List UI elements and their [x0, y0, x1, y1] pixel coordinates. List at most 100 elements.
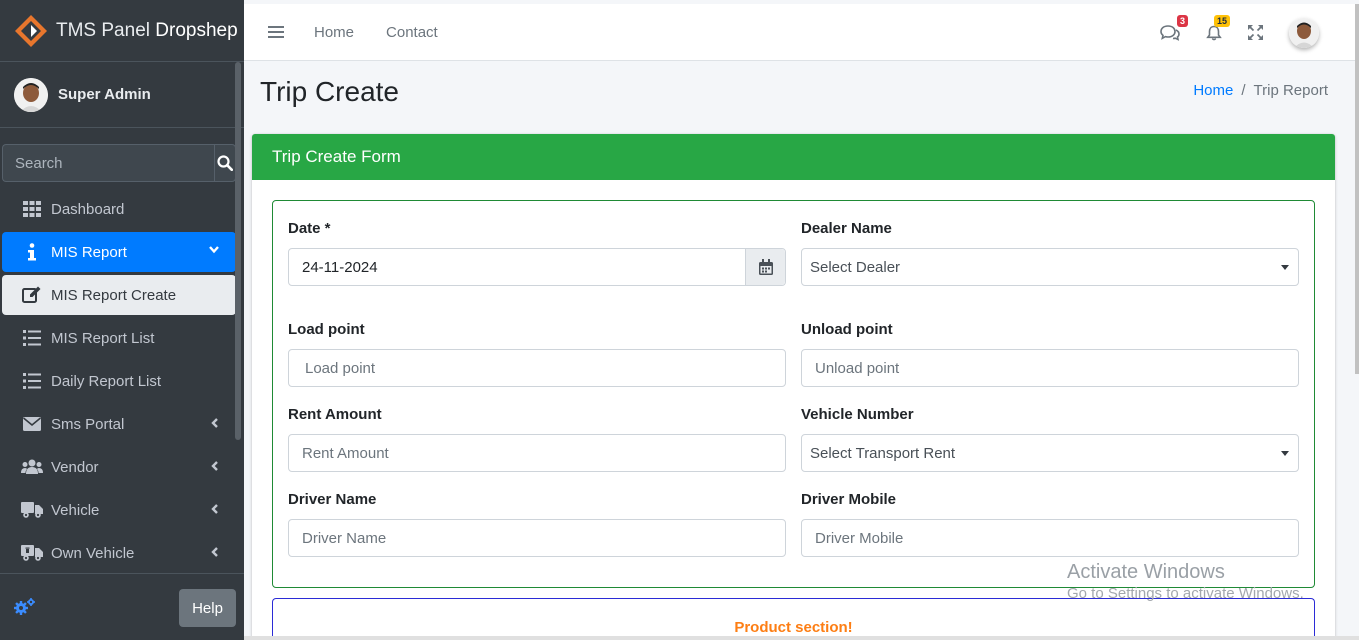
truck-icon — [21, 545, 43, 561]
rent-amount-placeholder: Rent Amount — [302, 444, 389, 462]
hamburger-menu-icon[interactable] — [268, 25, 284, 39]
notifications-badge: 15 — [1213, 14, 1230, 27]
sidebar-search — [2, 144, 236, 182]
sidebar-item-label: Dashboard — [51, 200, 125, 218]
load-point-label: Load point — [288, 321, 365, 338]
bell-icon — [1206, 25, 1222, 40]
truck-icon — [21, 502, 43, 518]
breadcrumb-home-link[interactable]: Home — [1193, 82, 1233, 99]
sidebar-scrollbar[interactable] — [235, 62, 241, 440]
sidebar-item-mis-report[interactable]: MIS Report — [2, 232, 236, 272]
unload-point-placeholder: Unload point — [815, 359, 900, 377]
chevron-left-icon — [211, 418, 218, 428]
brand-link[interactable]: TMS Panel Dropshep — [0, 0, 244, 62]
driver-name-input[interactable]: Driver Name — [288, 519, 786, 557]
sidebar-item-dashboard[interactable]: Dashboard — [2, 189, 236, 229]
expand-arrows-icon — [1248, 25, 1263, 40]
sidebar-item-label: MIS Report — [51, 243, 127, 261]
brand-name-light: TMS Panel — [56, 19, 150, 41]
sidebar-item-vendor[interactable]: Vendor — [2, 447, 236, 487]
card-title: Trip Create Form — [252, 134, 1335, 180]
driver-mobile-label: Driver Mobile — [801, 491, 897, 508]
sidebar-search-input[interactable] — [2, 144, 214, 182]
driver-name-placeholder: Driver Name — [302, 529, 387, 547]
sidebar: TMS Panel Dropshep Super Admin Dashboard — [0, 0, 244, 640]
sidebar-item-label: Vendor — [51, 458, 99, 476]
bottom-scrollbar[interactable] — [244, 636, 1359, 640]
avatar — [1289, 17, 1319, 48]
sidebar-search-button[interactable] — [214, 144, 236, 182]
load-point-placeholder: Load point — [305, 359, 376, 377]
info-icon — [21, 243, 43, 261]
activate-windows-subtitle: Go to Settings to activate Windows. — [1067, 585, 1304, 602]
sidebar-item-mis-report-list[interactable]: MIS Report List — [2, 318, 236, 358]
rent-amount-label: Rent Amount — [288, 406, 382, 423]
chevron-left-icon — [211, 504, 218, 514]
date-value: 24-11-2024 — [302, 258, 378, 276]
chevron-left-icon — [211, 461, 218, 471]
chevron-left-icon — [211, 547, 218, 557]
breadcrumb-current: Trip Report — [1253, 82, 1328, 99]
notifications-button[interactable]: 15 — [1206, 14, 1230, 41]
driver-mobile-input[interactable]: Driver Mobile — [801, 519, 1299, 557]
trip-form: Date * 24-11-2024 Dealer Name Select Dea… — [272, 200, 1315, 588]
dealer-select-value: Select Dealer — [810, 258, 901, 276]
list-icon — [21, 330, 43, 346]
messages-badge: 3 — [1176, 14, 1188, 27]
unload-point-label: Unload point — [801, 321, 893, 338]
fullscreen-button[interactable] — [1248, 25, 1263, 40]
rent-amount-input[interactable]: Rent Amount — [288, 434, 786, 472]
product-section-title: Product section! — [734, 619, 853, 636]
calendar-icon — [758, 259, 773, 275]
list-icon — [21, 373, 43, 389]
sidebar-item-sms-portal[interactable]: Sms Portal — [2, 404, 236, 444]
sidebar-item-own-vehicle[interactable]: Own Vehicle — [2, 533, 236, 573]
avatar — [14, 77, 48, 112]
messages-button[interactable]: 3 — [1160, 14, 1188, 41]
user-avatar-button[interactable] — [1289, 17, 1319, 48]
comments-icon — [1160, 24, 1180, 41]
users-icon — [21, 459, 43, 475]
brand-name-bold: Dropshep — [155, 19, 238, 41]
breadcrumb-separator: / — [1241, 82, 1246, 99]
cogs-icon[interactable] — [14, 598, 36, 616]
sidebar-item-mis-report-create[interactable]: MIS Report Create — [2, 275, 236, 315]
sidebar-footer: Help — [0, 573, 244, 640]
top-navbar: Home Contact 3 15 — [244, 4, 1359, 61]
sidebar-item-label: MIS Report Create — [51, 286, 177, 304]
envelope-icon — [21, 417, 43, 431]
unload-point-input[interactable]: Unload point — [801, 349, 1299, 387]
load-point-input[interactable]: Load point — [288, 349, 786, 387]
dealer-label: Dealer Name — [801, 220, 892, 237]
breadcrumb: Home / Trip Report — [1193, 82, 1328, 99]
sidebar-item-daily-report-list[interactable]: Daily Report List — [2, 361, 236, 401]
dealer-select[interactable]: Select Dealer — [801, 248, 1299, 286]
sidebar-item-label: MIS Report List — [51, 329, 155, 347]
user-panel[interactable]: Super Admin — [0, 62, 244, 128]
sidebar-item-label: Vehicle — [51, 501, 100, 519]
sidebar-item-vehicle[interactable]: Vehicle — [2, 490, 236, 530]
activate-windows-title: Activate Windows — [1067, 561, 1225, 583]
caret-down-icon — [1281, 451, 1289, 456]
product-section: Product section! — [272, 598, 1315, 640]
sidebar-nav: Dashboard MIS Report MIS Report Create M… — [2, 189, 236, 576]
th-icon — [21, 201, 43, 217]
vehicle-number-select[interactable]: Select Transport Rent — [801, 434, 1299, 472]
caret-down-icon — [1281, 265, 1289, 270]
date-label: Date * — [288, 220, 331, 237]
nav-home-link[interactable]: Home — [314, 24, 354, 41]
driver-name-label: Driver Name — [288, 491, 377, 508]
date-input[interactable]: 24-11-2024 — [288, 248, 786, 286]
page-scrollbar[interactable] — [1355, 4, 1359, 374]
sidebar-item-label: Sms Portal — [51, 415, 125, 433]
edit-icon — [21, 286, 43, 304]
vehicle-number-label: Vehicle Number — [801, 406, 914, 423]
search-icon — [217, 155, 233, 171]
help-button[interactable]: Help — [179, 589, 236, 627]
page-title: Trip Create — [260, 76, 400, 107]
user-name[interactable]: Super Admin — [58, 86, 151, 103]
brand-logo-icon — [15, 14, 47, 47]
nav-contact-link[interactable]: Contact — [386, 24, 438, 41]
calendar-button[interactable] — [745, 249, 785, 285]
sidebar-item-label: Daily Report List — [51, 372, 162, 390]
